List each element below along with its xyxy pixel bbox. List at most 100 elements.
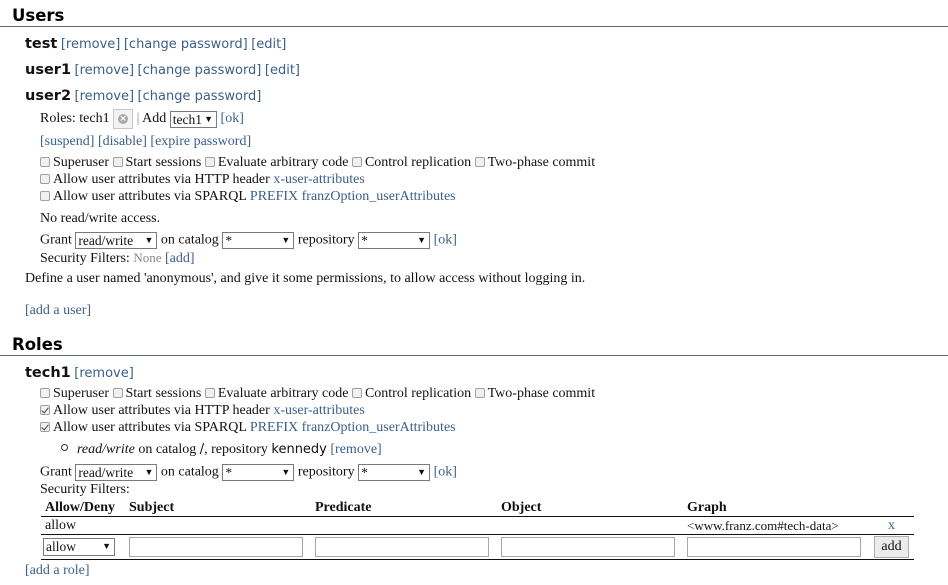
- edit-user-link[interactable]: [edit]: [251, 37, 286, 52]
- anonymous-hint: Define a user named 'anonymous', and giv…: [25, 271, 586, 286]
- catalog-select[interactable]: *: [222, 464, 295, 481]
- table-header-row: Allow/Deny Subject Predicate Object Grap…: [41, 499, 914, 517]
- add-label: Add: [142, 111, 167, 127]
- role-security-filters-label: Security Filters:: [40, 482, 130, 497]
- column-header: Subject: [125, 499, 311, 517]
- checkbox-label: Two-phase commit: [487, 386, 596, 401]
- user-name: test: [25, 36, 58, 52]
- disable-link[interactable]: [disable]: [98, 134, 147, 149]
- separator: |: [136, 111, 140, 127]
- remove-role-button[interactable]: ×: [113, 109, 134, 129]
- add-role-link[interactable]: [add a role]: [25, 563, 90, 579]
- add-user-link[interactable]: [add a user]: [25, 303, 91, 319]
- x-user-attributes-link[interactable]: x-user-attributes: [273, 403, 364, 418]
- grant-ok-link[interactable]: [ok]: [434, 233, 457, 248]
- remove-user-link[interactable]: [remove]: [61, 37, 121, 52]
- x-user-attributes-link[interactable]: x-user-attributes: [273, 172, 364, 187]
- evaluate-code-checkbox[interactable]: [204, 388, 215, 398]
- grant-ok-link[interactable]: [ok]: [434, 465, 457, 480]
- two-phase-commit-checkbox[interactable]: [474, 157, 485, 167]
- repository-label: repository: [297, 464, 355, 480]
- checkbox-label: Control replication: [364, 386, 472, 401]
- access-select[interactable]: read/write: [75, 232, 158, 249]
- grant-label: Grant: [40, 464, 72, 480]
- sparql-attributes-checkbox[interactable]: [40, 422, 50, 432]
- users-heading: Users: [0, 6, 948, 27]
- x-circle-icon: ×: [118, 114, 129, 124]
- checkbox-label: Start sessions: [125, 155, 202, 170]
- column-header: Graph: [683, 499, 869, 517]
- repository-value: kennedy: [271, 442, 327, 457]
- catalog-select[interactable]: *: [222, 232, 295, 249]
- change-password-link[interactable]: [change password]: [138, 63, 262, 78]
- graph-input[interactable]: [687, 537, 861, 557]
- checkbox-label: Allow user attributes via SPARQL: [53, 420, 247, 435]
- checkbox-label: Control replication: [364, 155, 472, 170]
- user2-roles-row: Roles: tech1 × | Add tech1 [ok]: [40, 109, 244, 129]
- repository-label: repository: [297, 232, 355, 248]
- start-sessions-checkbox[interactable]: [112, 157, 123, 167]
- sparql-prefix-link[interactable]: PREFIX franzOption_userAttributes: [250, 420, 456, 435]
- security-filters-table: Allow/Deny Subject Predicate Object Grap…: [41, 499, 914, 560]
- repository-select[interactable]: *: [358, 232, 431, 249]
- column-header: Predicate: [311, 499, 497, 517]
- http-attributes-checkbox[interactable]: [40, 405, 50, 415]
- security-filters-value: None: [133, 250, 162, 265]
- control-replication-checkbox[interactable]: [351, 157, 362, 167]
- user2-http-attr: Allow user attributes via HTTP header x-…: [40, 172, 365, 188]
- add-role-select[interactable]: tech1: [169, 110, 218, 128]
- remove-access-link[interactable]: [remove]: [330, 442, 381, 457]
- grant-label: Grant: [40, 232, 72, 248]
- remove-role-link[interactable]: [remove]: [74, 366, 134, 381]
- role-sparql-attr: Allow user attributes via SPARQL PREFIX …: [40, 420, 456, 436]
- edit-user-link[interactable]: [edit]: [265, 63, 300, 78]
- control-replication-checkbox[interactable]: [351, 388, 362, 398]
- add-role-ok-link[interactable]: [ok]: [221, 111, 244, 126]
- catalog-label: on catalog: [160, 464, 219, 480]
- checkbox-label: Evaluate arbitrary code: [217, 155, 349, 170]
- subject-cell: [125, 516, 311, 535]
- change-password-link[interactable]: [change password]: [124, 37, 248, 52]
- role-row-tech1: tech1 [remove]: [25, 365, 134, 382]
- checkbox-label: Allow user attributes via SPARQL: [53, 189, 247, 204]
- new-filter-row: allow add: [41, 534, 914, 560]
- start-sessions-checkbox[interactable]: [112, 388, 123, 398]
- user-row-test: test [remove] [change password] [edit]: [25, 36, 286, 53]
- add-filter-button[interactable]: add: [874, 536, 909, 558]
- allow-deny-select[interactable]: allow: [43, 537, 115, 556]
- remove-user-link[interactable]: [remove]: [75, 89, 135, 104]
- access-mode: read/write: [77, 442, 135, 457]
- delete-filter-link[interactable]: x: [888, 518, 895, 533]
- roles-heading: Roles: [0, 335, 948, 356]
- access-select[interactable]: read/write: [75, 464, 158, 481]
- change-password-link[interactable]: [change password]: [138, 89, 262, 104]
- checkbox-label: Evaluate arbitrary code: [217, 386, 349, 401]
- repository-text: , repository: [204, 442, 268, 457]
- object-cell: [497, 516, 683, 535]
- checkbox-label: Two-phase commit: [487, 155, 596, 170]
- user2-actions: [suspend] [disable] [expire password]: [40, 134, 251, 150]
- object-input[interactable]: [501, 537, 675, 557]
- predicate-input[interactable]: [315, 537, 489, 557]
- expire-password-link[interactable]: [expire password]: [150, 134, 251, 149]
- security-filters-label: Security Filters:: [40, 251, 130, 266]
- checkbox-label: Superuser: [53, 155, 109, 170]
- evaluate-code-checkbox[interactable]: [204, 157, 215, 167]
- sparql-attributes-checkbox[interactable]: [40, 191, 50, 201]
- user2-security-filters: Security Filters: None [add]: [40, 250, 195, 267]
- allow-deny-cell: allow: [41, 516, 125, 535]
- user2-permissions: Superuser Start sessions Evaluate arbitr…: [40, 155, 595, 171]
- remove-user-link[interactable]: [remove]: [75, 63, 135, 78]
- catalog-text: on catalog: [138, 442, 197, 457]
- two-phase-commit-checkbox[interactable]: [474, 388, 485, 398]
- roles-label: Roles: tech1: [40, 111, 110, 127]
- superuser-checkbox[interactable]: [40, 388, 50, 398]
- superuser-checkbox[interactable]: [40, 157, 50, 167]
- role-name: tech1: [25, 365, 71, 381]
- add-security-filter-link[interactable]: [add]: [165, 251, 195, 266]
- http-attributes-checkbox[interactable]: [40, 174, 50, 184]
- subject-input[interactable]: [129, 537, 303, 557]
- suspend-link[interactable]: [suspend]: [40, 134, 94, 149]
- sparql-prefix-link[interactable]: PREFIX franzOption_userAttributes: [250, 189, 456, 204]
- repository-select[interactable]: *: [358, 464, 431, 481]
